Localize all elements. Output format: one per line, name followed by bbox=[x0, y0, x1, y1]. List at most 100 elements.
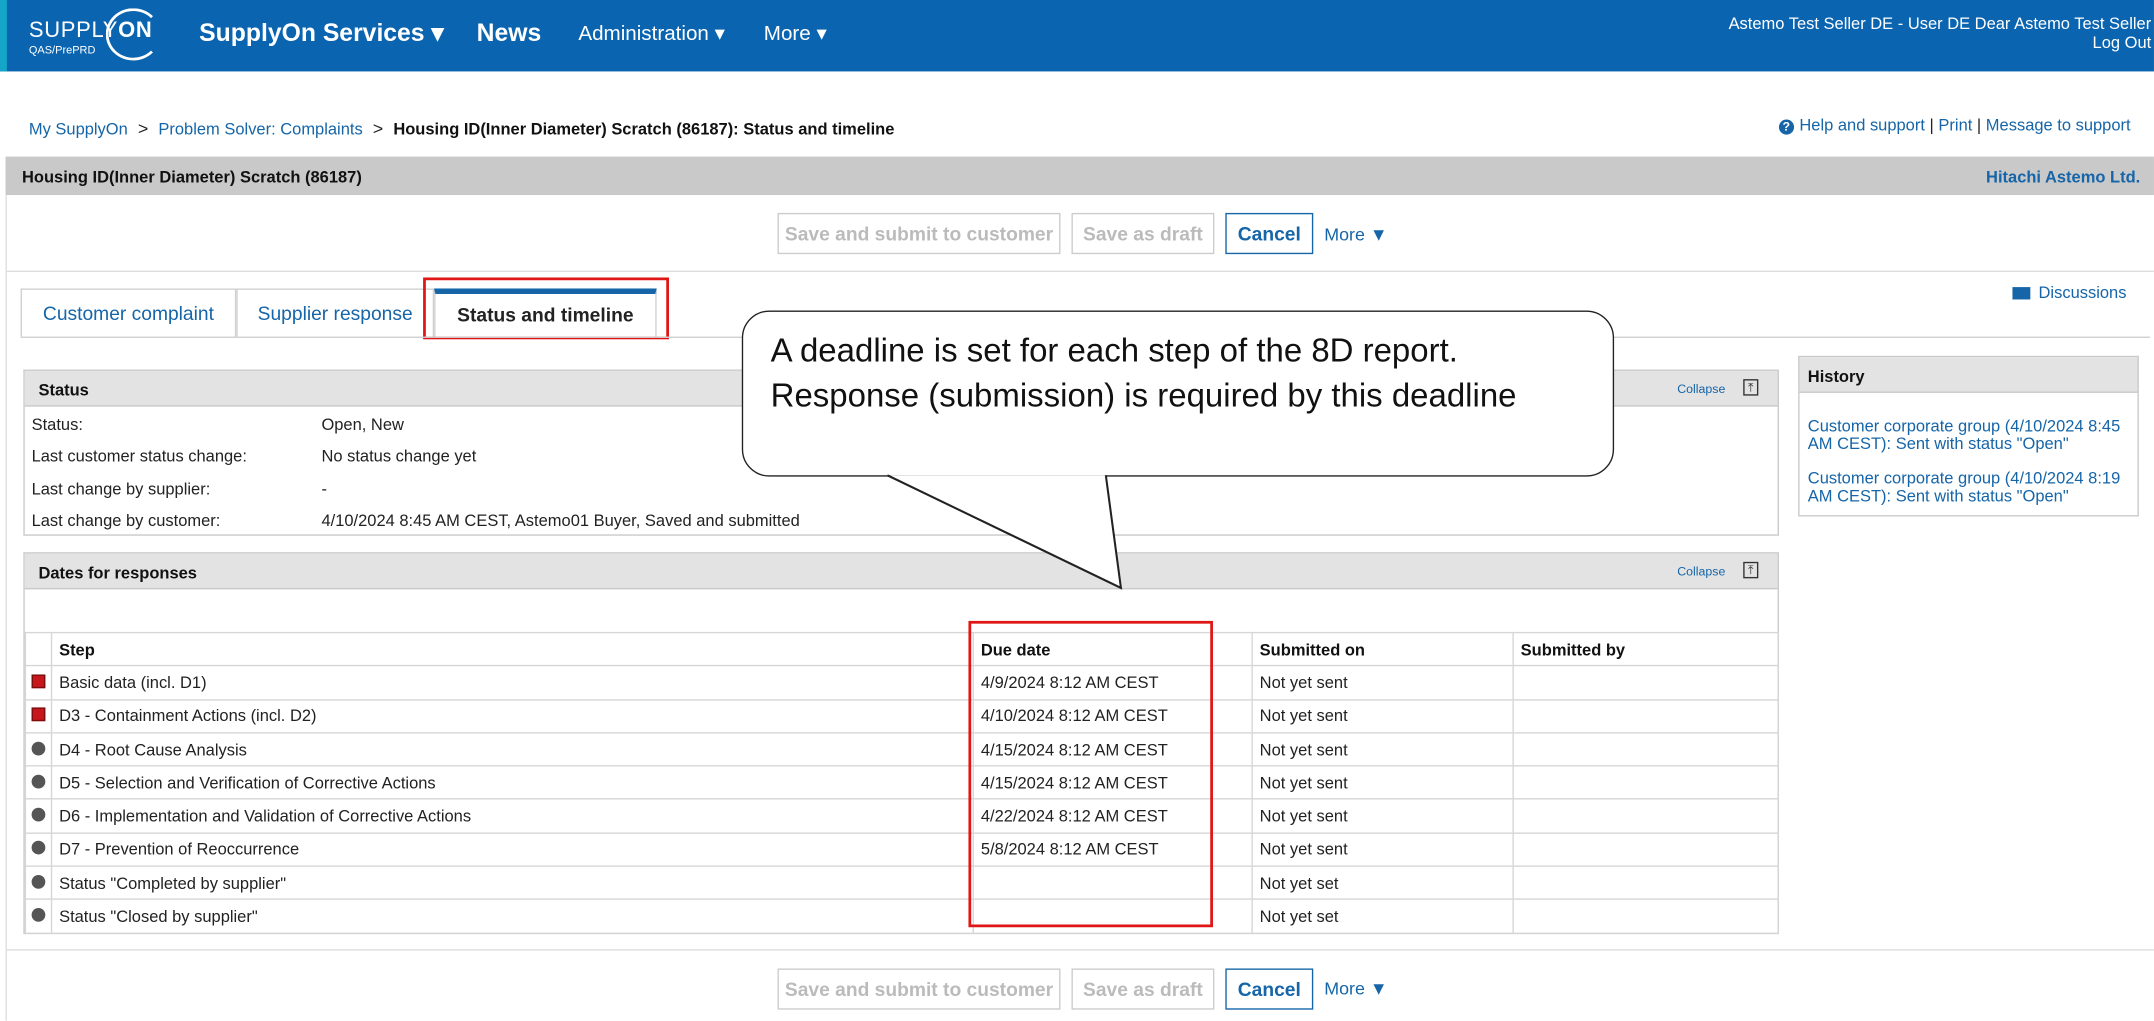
help-separator: | bbox=[1976, 115, 1982, 135]
overdue-square-icon bbox=[31, 674, 46, 689]
step-header[interactable]: Step bbox=[50, 631, 974, 667]
breadcrumb-separator: > bbox=[372, 118, 384, 139]
cancel-button-bottom[interactable]: Cancel bbox=[1225, 968, 1314, 1010]
history-entry[interactable]: Customer corporate group (4/10/2024 8:45… bbox=[1808, 417, 2135, 454]
step-cell: Basic data (incl. D1) bbox=[50, 665, 974, 701]
pending-dot-icon bbox=[31, 908, 46, 922]
submitted-by-cell bbox=[1512, 865, 1779, 901]
tab-customer-complaint[interactable]: Customer complaint bbox=[20, 288, 237, 337]
last-customer-by-label: Last change by customer: bbox=[31, 511, 221, 531]
step-cell: D4 - Root Cause Analysis bbox=[50, 732, 974, 767]
breadcrumb-home[interactable]: My SupplyOn bbox=[29, 120, 128, 139]
last-customer-change-label: Last customer status change: bbox=[31, 446, 247, 466]
dates-panel: Dates for responses Collapse ⤒ Step Due … bbox=[23, 552, 1779, 935]
collapse-icon[interactable]: ⤒ bbox=[1743, 379, 1759, 396]
complaint-title: Housing ID(Inner Diameter) Scratch (8618… bbox=[21, 167, 362, 187]
last-supplier-change-value: - bbox=[321, 479, 327, 499]
logo-ring-icon bbox=[105, 8, 161, 61]
nav-news[interactable]: News bbox=[477, 19, 542, 48]
help-support-link[interactable]: Help and support bbox=[1799, 115, 1925, 134]
status-label: Status: bbox=[31, 414, 83, 435]
row-indicator bbox=[24, 898, 53, 934]
table-row: D7 - Prevention of Reoccurrence 5/8/2024 … bbox=[24, 832, 1779, 867]
overdue-square-icon bbox=[31, 707, 46, 722]
table-row: D6 - Implementation and Validation of Co… bbox=[24, 798, 1779, 834]
row-indicator bbox=[24, 698, 53, 734]
history-header: History bbox=[1799, 357, 2138, 393]
save-submit-button-bottom[interactable]: Save and submit to customer bbox=[777, 968, 1061, 1010]
submitted-by-cell bbox=[1512, 798, 1779, 834]
discussions-link[interactable]: Discussions bbox=[2012, 283, 2126, 302]
customer-company[interactable]: Hitachi Astemo Ltd. bbox=[1986, 168, 2140, 187]
indicator-header bbox=[24, 631, 53, 667]
more-actions-dropdown[interactable]: More ▼ bbox=[1324, 224, 1387, 245]
annotation-callout: A deadline is set for each step of the 8… bbox=[741, 310, 1615, 477]
row-indicator bbox=[24, 865, 53, 901]
environment-label: QAS/PrePRD bbox=[28, 43, 96, 57]
pending-dot-icon bbox=[31, 774, 46, 789]
table-header-row: Step Due date Submitted on Submitted by bbox=[24, 631, 1779, 667]
cancel-button[interactable]: Cancel bbox=[1225, 212, 1314, 255]
dates-panel-title: Dates for responses bbox=[38, 563, 197, 583]
table-row: Status "Closed by supplier" Not yet set bbox=[24, 898, 1779, 934]
supplyon-logo[interactable]: SUPPLYON QAS/PrePRD bbox=[29, 8, 166, 63]
submitted-on-cell: Not yet set bbox=[1251, 898, 1514, 934]
save-draft-button[interactable]: Save as draft bbox=[1071, 212, 1215, 255]
submitted-by-header[interactable]: Submitted by bbox=[1512, 631, 1779, 667]
table-row: D4 - Root Cause Analysis 4/15/2024 8:12 A… bbox=[24, 732, 1779, 767]
table-row: D3 - Containment Actions (incl. D2) 4/10/… bbox=[24, 698, 1779, 734]
submitted-on-cell: Not yet sent bbox=[1251, 832, 1514, 867]
divider bbox=[5, 270, 2154, 272]
user-info: Astemo Test Seller DE - User DE Dear Ast… bbox=[1729, 14, 2152, 52]
row-indicator bbox=[24, 765, 53, 801]
step-cell: D7 - Prevention of Reoccurrence bbox=[50, 832, 974, 867]
step-cell: Status "Completed by supplier" bbox=[50, 865, 974, 901]
row-indicator bbox=[24, 832, 53, 867]
logout-link[interactable]: Log Out bbox=[1729, 33, 2152, 52]
nav-supplyon-services[interactable]: SupplyOn Services ▾ bbox=[199, 19, 444, 48]
logo-text: SUPPLY bbox=[28, 19, 119, 43]
help-links: ? Help and support | Print | Message to s… bbox=[1778, 115, 2131, 135]
top-navigation-bar: SUPPLYON QAS/PrePRD SupplyOn Services ▾ … bbox=[0, 0, 2154, 72]
more-actions-dropdown-bottom[interactable]: More ▼ bbox=[1324, 978, 1387, 999]
nav-more[interactable]: More ▾ bbox=[764, 21, 827, 45]
step-cell: D3 - Containment Actions (incl. D2) bbox=[50, 698, 974, 734]
status-collapse-link[interactable]: Collapse bbox=[1677, 382, 1725, 396]
submitted-on-header[interactable]: Submitted on bbox=[1251, 631, 1514, 667]
tab-supplier-response[interactable]: Supplier response bbox=[236, 288, 435, 337]
submitted-by-cell bbox=[1512, 765, 1779, 801]
table-row: Basic data (incl. D1) 4/9/2024 8:12 AM CE… bbox=[24, 665, 1779, 701]
submitted-on-cell: Not yet sent bbox=[1251, 732, 1514, 767]
due-date-highlight bbox=[968, 620, 1213, 928]
save-submit-button[interactable]: Save and submit to customer bbox=[777, 212, 1061, 255]
submitted-on-cell: Not yet sent bbox=[1251, 798, 1514, 834]
nav-administration[interactable]: Administration ▾ bbox=[578, 21, 725, 45]
submitted-on-cell: Not yet sent bbox=[1251, 698, 1514, 734]
history-title: History bbox=[1807, 366, 1865, 387]
dates-collapse-link[interactable]: Collapse bbox=[1677, 565, 1725, 579]
message-support-link[interactable]: Message to support bbox=[1986, 115, 2131, 134]
table-row: Status "Completed by supplier" Not yet se… bbox=[24, 865, 1779, 901]
history-panel: History Customer corporate group (4/10/2… bbox=[1798, 355, 2139, 517]
breadcrumb-complaints[interactable]: Problem Solver: Complaints bbox=[158, 120, 362, 139]
submitted-by-cell bbox=[1512, 832, 1779, 867]
row-indicator bbox=[24, 798, 53, 834]
print-link[interactable]: Print bbox=[1938, 115, 1972, 134]
complaint-header: Housing ID(Inner Diameter) Scratch (8618… bbox=[5, 156, 2154, 196]
submitted-on-cell: Not yet set bbox=[1251, 865, 1514, 901]
history-entry[interactable]: Customer corporate group (4/10/2024 8:19… bbox=[1808, 469, 2135, 506]
step-cell: Status "Closed by supplier" bbox=[50, 898, 974, 934]
active-tab-highlight bbox=[423, 277, 669, 340]
divider bbox=[5, 949, 2154, 951]
step-cell: D5 - Selection and Verification of Corre… bbox=[50, 765, 974, 801]
last-customer-by-value: 4/10/2024 8:45 AM CEST, Astemo01 Buyer, … bbox=[321, 511, 800, 531]
last-supplier-change-label: Last change by supplier: bbox=[31, 479, 211, 499]
breadcrumb: My SupplyOn > Problem Solver: Complaints… bbox=[29, 118, 895, 139]
pending-dot-icon bbox=[31, 741, 46, 755]
help-icon: ? bbox=[1778, 119, 1794, 135]
last-customer-change-value: No status change yet bbox=[321, 446, 477, 466]
save-draft-button-bottom[interactable]: Save as draft bbox=[1071, 968, 1215, 1010]
collapse-icon[interactable]: ⤒ bbox=[1743, 561, 1759, 579]
callout-text: A deadline is set for each step of the 8… bbox=[770, 332, 1517, 415]
breadcrumb-separator: > bbox=[137, 118, 149, 139]
